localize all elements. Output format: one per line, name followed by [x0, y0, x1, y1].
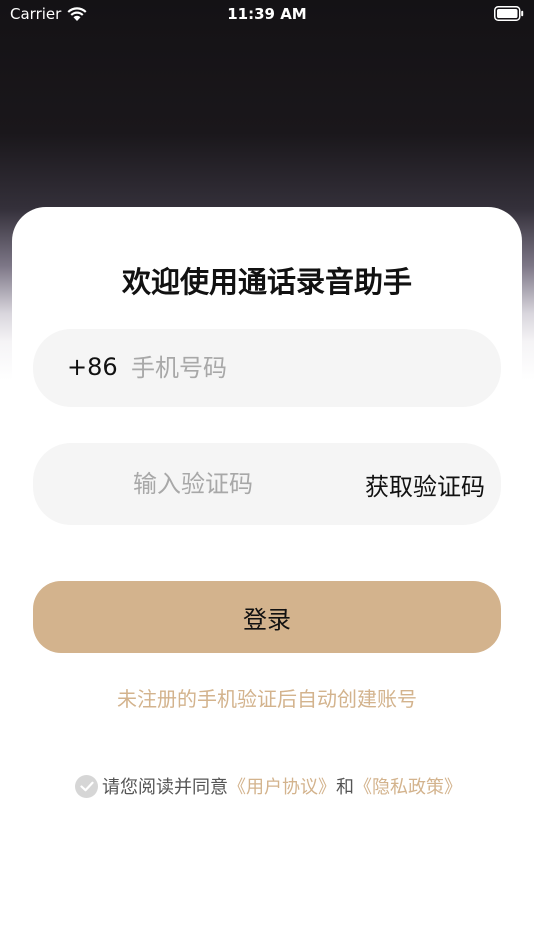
status-time: 11:39 AM — [227, 5, 307, 23]
agreement-prefix: 请您阅读并同意 — [102, 777, 228, 798]
privacy-policy-link[interactable]: 《隐私政策》 — [354, 773, 462, 799]
user-agreement-link[interactable]: 《用户协议》 — [228, 773, 336, 799]
code-field-container: 获取验证码 — [33, 443, 501, 525]
page-title: 欢迎使用通话录音助手 — [121, 265, 412, 299]
phone-field-container: +86 — [33, 329, 501, 407]
get-code-button[interactable]: 获取验证码 — [365, 467, 485, 502]
agreement-and: 和 — [336, 777, 354, 798]
status-bar: Carrier 11:39 AM — [0, 0, 534, 30]
register-hint: 未注册的手机验证后自动创建账号 — [117, 687, 417, 711]
login-card: 欢迎使用通话录音助手 +86 获取验证码 登录 未注册的手机验证后自动创建账号 … — [12, 207, 522, 950]
battery-icon — [494, 6, 524, 21]
verification-code-input[interactable] — [133, 464, 303, 504]
agreement-row: 请您阅读并同意 《用户协议》 和 《隐私政策》 — [75, 773, 462, 799]
agreement-checkbox[interactable] — [75, 774, 98, 798]
checkmark-icon — [79, 781, 94, 791]
country-code[interactable]: +86 — [67, 353, 118, 381]
phone-input[interactable] — [131, 348, 471, 388]
login-button[interactable]: 登录 — [33, 581, 501, 653]
